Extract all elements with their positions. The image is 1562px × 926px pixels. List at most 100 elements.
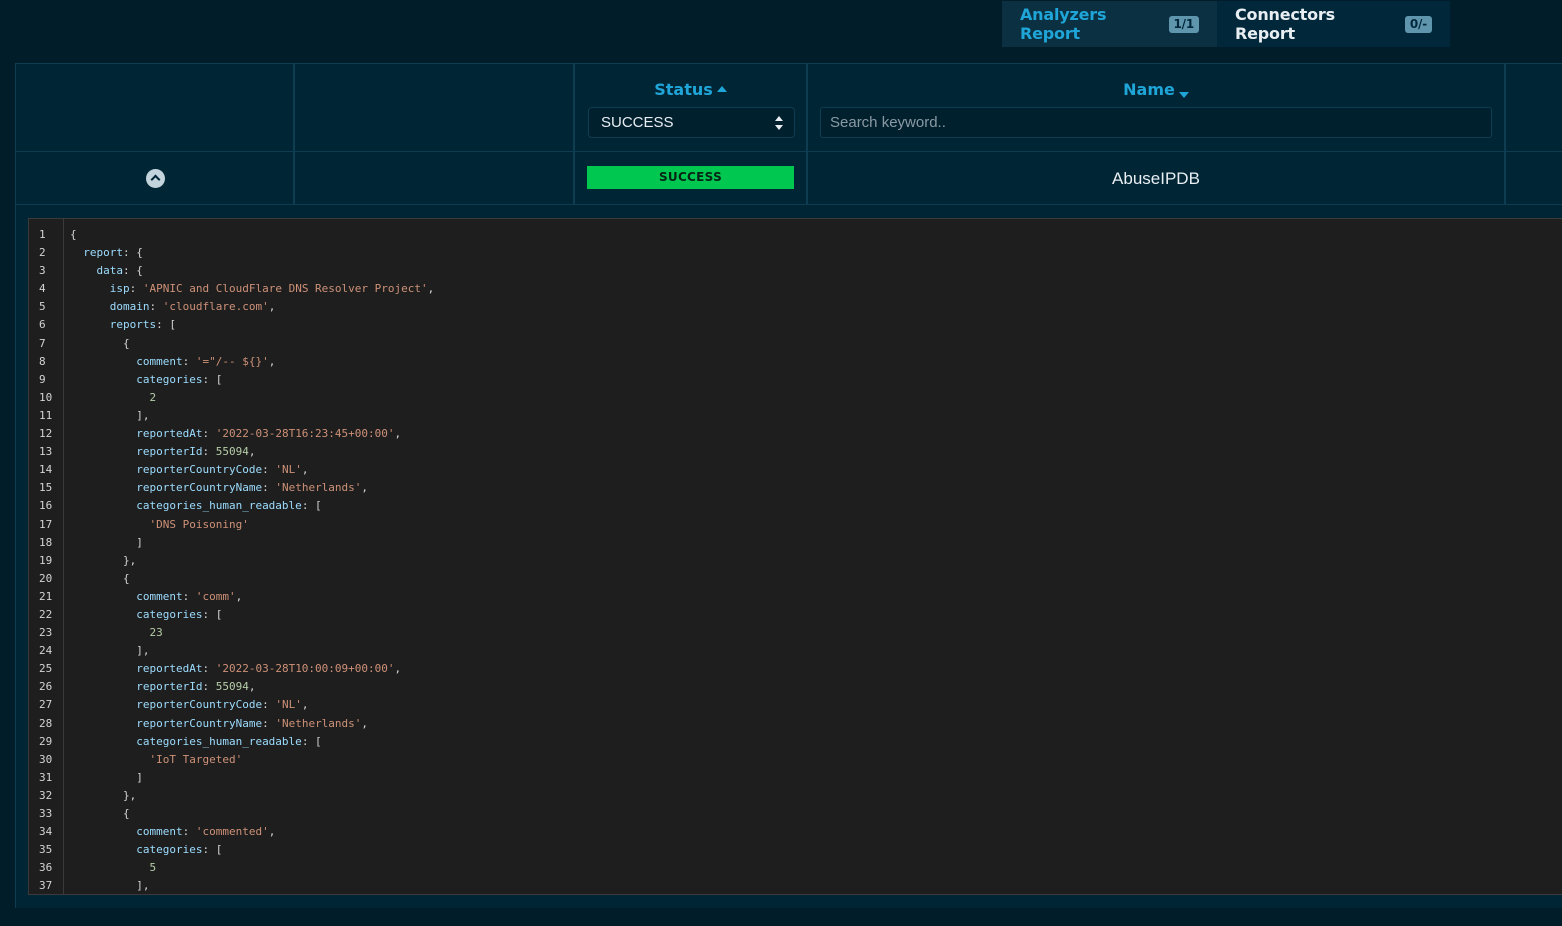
line-number: 34 <box>39 825 53 839</box>
code-line: 35 categories: [ <box>29 841 1562 859</box>
line-number: 16 <box>39 499 53 513</box>
tab-connectors-report[interactable]: Connectors Report 0/- <box>1217 1 1450 47</box>
code-text: { <box>70 571 130 585</box>
line-number: 15 <box>39 481 53 495</box>
code-line: 6 reports: [ <box>29 316 1562 334</box>
analyzer-name: AbuseIPDB <box>1112 169 1200 188</box>
line-number: 8 <box>39 354 46 368</box>
name-search-input[interactable] <box>820 107 1492 138</box>
code-line: 13 reporterId: 55094, <box>29 443 1562 461</box>
count-badge: 1/1 <box>1168 15 1199 33</box>
line-number: 17 <box>39 517 53 531</box>
actions-cell <box>295 152 575 204</box>
line-number: 10 <box>39 390 53 404</box>
line-number: 19 <box>39 553 53 567</box>
tab-label: Connectors Report <box>1235 5 1335 43</box>
code-text: reporterCountryCode: 'NL', <box>136 698 309 712</box>
line-number: 27 <box>39 698 53 712</box>
code-line: 31 ] <box>29 769 1562 787</box>
header-cell-extra <box>1506 64 1562 151</box>
code-line: 19 }, <box>29 552 1562 570</box>
count-badge: 0/- <box>1404 15 1432 33</box>
sort-down-icon <box>1178 92 1189 98</box>
header-cell-actions <box>295 64 575 151</box>
code-text: categories: [ <box>136 372 223 386</box>
header-cell-status: Status SUCCESS <box>575 64 808 151</box>
line-number: 28 <box>39 716 53 730</box>
code-text: ], <box>70 408 150 422</box>
status-column-title[interactable]: Status <box>575 80 806 99</box>
tab-analyzers-report[interactable]: Analyzers Report 1/1 <box>1002 1 1217 47</box>
line-number: 6 <box>39 318 46 332</box>
line-number: 20 <box>39 571 53 585</box>
code-line: 28 reporterCountryName: 'Netherlands', <box>29 715 1562 733</box>
name-title-text: Name <box>1123 80 1175 99</box>
line-number: 36 <box>39 861 53 875</box>
code-text: categories: [ <box>136 843 223 857</box>
report-tabs: Analyzers Report 1/1 Connectors Report 0… <box>1002 1 1450 47</box>
extra-cell <box>1506 152 1562 204</box>
code-line: 16 categories_human_readable: [ <box>29 497 1562 515</box>
code-line: 4 isp: 'APNIC and CloudFlare DNS Resolve… <box>29 280 1562 298</box>
code-line: 3 data: { <box>29 262 1562 280</box>
code-text: reports: [ <box>109 318 176 332</box>
table-row: SUCCESS AbuseIPDB <box>16 152 1562 205</box>
header-cell-name: Name <box>808 64 1506 151</box>
code-text: isp: 'APNIC and CloudFlare DNS Resolver … <box>109 282 435 296</box>
name-column-title[interactable]: Name <box>808 80 1504 99</box>
code-text: comment: 'comm', <box>136 589 243 603</box>
line-number: 32 <box>39 788 53 802</box>
code-line: 26 reporterId: 55094, <box>29 678 1562 696</box>
code-text: comment: '="/-- ${}', <box>136 354 276 368</box>
code-line: 34 comment: 'commented', <box>29 823 1562 841</box>
line-number: 12 <box>39 427 53 441</box>
expand-cell <box>16 152 295 204</box>
line-number: 1 <box>39 228 46 241</box>
status-filter-select[interactable]: SUCCESS <box>588 107 795 138</box>
code-text: ] <box>70 770 143 784</box>
code-text: { <box>70 228 77 241</box>
status-cell: SUCCESS <box>575 152 808 204</box>
sort-up-icon <box>716 86 727 92</box>
code-line: 12 reportedAt: '2022-03-28T16:23:45+00:0… <box>29 425 1562 443</box>
line-number: 30 <box>39 752 53 766</box>
code-line: 5 domain: 'cloudflare.com', <box>29 298 1562 316</box>
code-line: 2 report: { <box>29 244 1562 262</box>
code-text: ] <box>70 535 143 549</box>
code-text: domain: 'cloudflare.com', <box>109 300 276 314</box>
code-line: 11 ], <box>29 407 1562 425</box>
code-text: ], <box>70 879 150 893</box>
code-text: categories: [ <box>136 607 223 621</box>
code-text: }, <box>70 788 137 802</box>
code-line: 23 23 <box>29 624 1562 642</box>
line-number: 33 <box>39 807 53 820</box>
status-filter-value: SUCCESS <box>601 114 674 131</box>
code-line: 15 reporterCountryName: 'Netherlands', <box>29 479 1562 497</box>
code-text: 'DNS Poisoning' <box>149 517 249 531</box>
line-number: 22 <box>39 607 53 621</box>
line-number: 24 <box>39 644 53 658</box>
code-line: 22 categories: [ <box>29 606 1562 624</box>
line-number: 18 <box>39 535 53 549</box>
line-number: 35 <box>39 843 53 857</box>
code-text: 'IoT Targeted' <box>149 752 243 766</box>
line-number: 7 <box>39 336 46 350</box>
code-text: reportedAt: '2022-03-28T10:00:09+00:00', <box>136 662 402 676</box>
line-number: 25 <box>39 662 53 676</box>
line-number: 13 <box>39 445 53 459</box>
code-text: ], <box>70 644 150 658</box>
line-number: 3 <box>39 264 46 278</box>
report-json-editor[interactable]: 1{2 report: {3 data: {4 isp: 'APNIC and … <box>28 218 1562 895</box>
collapse-row-icon[interactable] <box>146 169 165 188</box>
line-number: 11 <box>39 408 53 422</box>
code-line: 29 categories_human_readable: [ <box>29 733 1562 751</box>
code-text: }, <box>70 553 137 567</box>
code-text: reporterCountryName: 'Netherlands', <box>136 481 369 495</box>
code-text: data: { <box>96 264 143 278</box>
code-text: 5 <box>149 861 157 875</box>
table-header-row: Status SUCCESS Name <box>16 64 1562 152</box>
code-line: 36 5 <box>29 859 1562 877</box>
name-cell: AbuseIPDB <box>808 152 1506 204</box>
line-number: 5 <box>39 300 46 314</box>
code-text: { <box>70 336 130 350</box>
